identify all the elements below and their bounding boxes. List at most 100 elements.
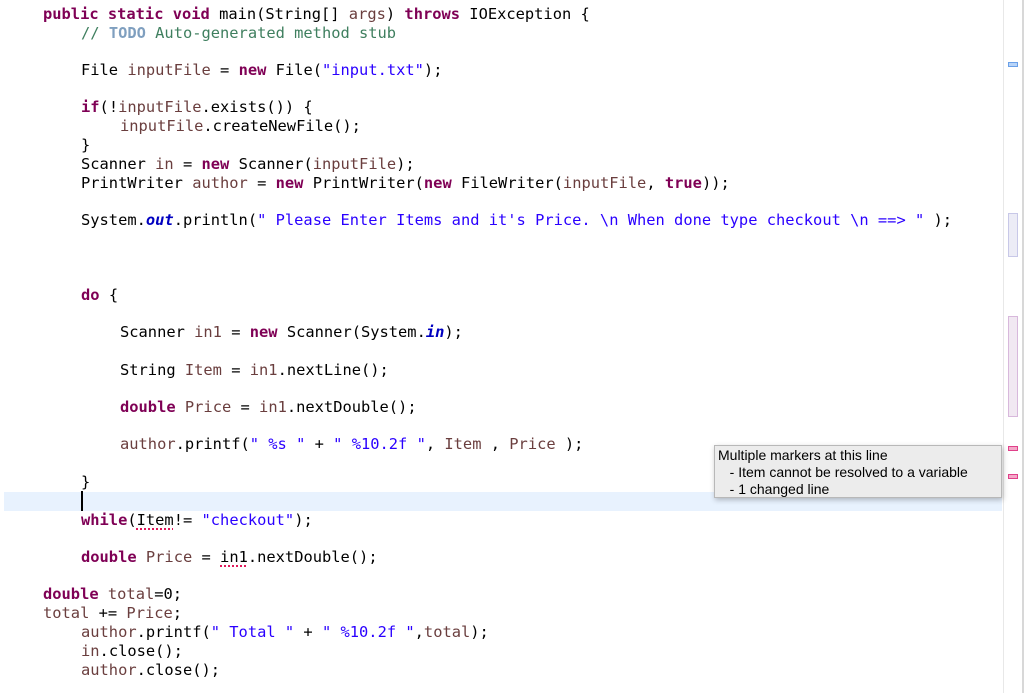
code-editor[interactable]: public static void main(String[] args) t…	[0, 0, 1004, 693]
variable: total	[107, 585, 155, 603]
variable: author	[192, 174, 248, 192]
code-text: .close();	[136, 661, 221, 679]
code-text: PrintWriter	[81, 174, 193, 192]
code-line-5[interactable]: inputFile.createNewFile();	[120, 117, 361, 136]
text-caret	[81, 491, 83, 511]
code-line-8[interactable]: PrintWriter author = new PrintWriter(new…	[81, 174, 730, 193]
code-text: );	[423, 61, 443, 79]
code-text: Scanner	[81, 155, 156, 173]
variable: in1	[259, 398, 287, 416]
code-line-6[interactable]: }	[81, 136, 90, 155]
code-line-19[interactable]: total += Price;	[43, 604, 182, 623]
code-text: .println(	[173, 211, 258, 229]
code-text: );	[396, 155, 415, 173]
code-text: );	[470, 623, 489, 641]
variable: in1	[194, 323, 222, 341]
code-line-14[interactable]: author.printf(" %s " + " %10.2f ", Item …	[120, 435, 583, 454]
keyword: public static void	[43, 5, 210, 23]
error-marker[interactable]	[1008, 474, 1018, 479]
string-literal: " %10.2f "	[321, 623, 415, 641]
code-line-21[interactable]: in.close();	[81, 642, 183, 661]
code-text: .exists()) {	[201, 98, 313, 116]
code-line-4[interactable]: if(!inputFile.exists()) {	[81, 98, 313, 117]
variable: inputFile	[312, 155, 397, 173]
range-marker[interactable]	[1008, 316, 1018, 417]
code-line-3[interactable]: File inputFile = new File("input.txt");	[81, 61, 442, 80]
variable: Price	[509, 435, 556, 453]
variable: args	[348, 5, 386, 23]
code-line-20[interactable]: author.printf(" Total " + " %10.2f ",tot…	[81, 623, 489, 642]
code-text: ,	[414, 623, 424, 641]
code-text: );	[924, 211, 953, 229]
static-field: in	[425, 323, 445, 341]
variable: inputFile	[127, 61, 211, 79]
code-text: System.	[81, 211, 146, 229]
keyword: while	[81, 511, 128, 529]
code-line-11[interactable]: Scanner in1 = new Scanner(System.in);	[120, 323, 463, 342]
code-line-1[interactable]: public static void main(String[] args) t…	[43, 5, 590, 24]
keyword: new	[249, 323, 278, 341]
error-marker[interactable]	[1008, 446, 1018, 451]
code-text: .nextDouble();	[247, 548, 378, 566]
variable: total	[423, 623, 471, 641]
code-text: +	[305, 435, 334, 453]
code-line-22[interactable]: author.close();	[81, 661, 220, 680]
static-field: out	[145, 211, 174, 229]
code-line-17[interactable]: double Price = in1.nextDouble();	[81, 548, 378, 567]
string-literal: " %10.2f "	[333, 435, 426, 453]
keyword: do	[81, 286, 100, 304]
code-text: FileWriter(	[451, 174, 563, 192]
code-text: .nextDouble();	[286, 398, 417, 416]
code-line-7[interactable]: Scanner in = new Scanner(inputFile);	[81, 155, 415, 174]
code-text: .printf(	[136, 623, 211, 641]
code-text: .nextLine();	[277, 361, 389, 379]
code-text: );	[555, 435, 584, 453]
keyword: double	[120, 398, 176, 416]
tooltip-item: - Item cannot be resolved to a variable	[718, 464, 968, 480]
error-identifier[interactable]: in1	[220, 548, 248, 566]
variable: author	[120, 435, 176, 453]
overview-ruler[interactable]	[1003, 0, 1024, 693]
code-text: =	[231, 398, 260, 416]
code-line-10[interactable]: do {	[81, 286, 118, 305]
code-text: main(String[]	[209, 5, 349, 23]
code-line-18[interactable]: double total=0;	[43, 585, 182, 604]
code-text: .close();	[99, 642, 183, 660]
code-line-15[interactable]: }	[81, 473, 90, 492]
error-hover-tooltip: Multiple markers at this line - Item can…	[714, 445, 1002, 498]
code-text: +=	[89, 604, 127, 622]
code-text: IOException {	[460, 5, 590, 23]
occurrence-marker[interactable]	[1008, 62, 1018, 67]
variable: total	[43, 604, 90, 622]
comment: //	[81, 24, 109, 42]
code-line-2[interactable]: // TODO Auto-generated method stub	[81, 24, 396, 43]
range-marker[interactable]	[1008, 213, 1018, 257]
variable: in	[155, 155, 174, 173]
code-text: File	[81, 61, 128, 79]
code-line-13[interactable]: double Price = in1.nextDouble();	[120, 398, 417, 417]
string-literal: " Please Enter Items and it's Price. \n …	[257, 211, 925, 229]
code-text: ,	[425, 435, 445, 453]
keyword: if	[81, 98, 100, 116]
string-literal: " Total "	[210, 623, 295, 641]
code-text: =	[247, 174, 276, 192]
variable: Price	[184, 398, 232, 416]
code-text: ));	[701, 174, 730, 192]
code-text: (!	[99, 98, 119, 116]
code-line-12[interactable]: String Item = in1.nextLine();	[120, 361, 389, 380]
code-line-9[interactable]: System.out.println(" Please Enter Items …	[81, 211, 952, 230]
variable: Item	[184, 361, 222, 379]
code-text: }	[81, 136, 91, 154]
string-literal: " %s "	[249, 435, 306, 453]
code-text: );	[444, 323, 463, 341]
code-text: ;	[172, 604, 183, 622]
code-line-16[interactable]: while(Item!= "checkout");	[81, 511, 313, 530]
tooltip-item: - 1 changed line	[718, 481, 830, 497]
code-text: )	[385, 5, 405, 23]
variable: inputFile	[118, 98, 202, 116]
comment: Auto-generated method stub	[145, 24, 397, 42]
error-identifier[interactable]: Item	[137, 511, 174, 529]
